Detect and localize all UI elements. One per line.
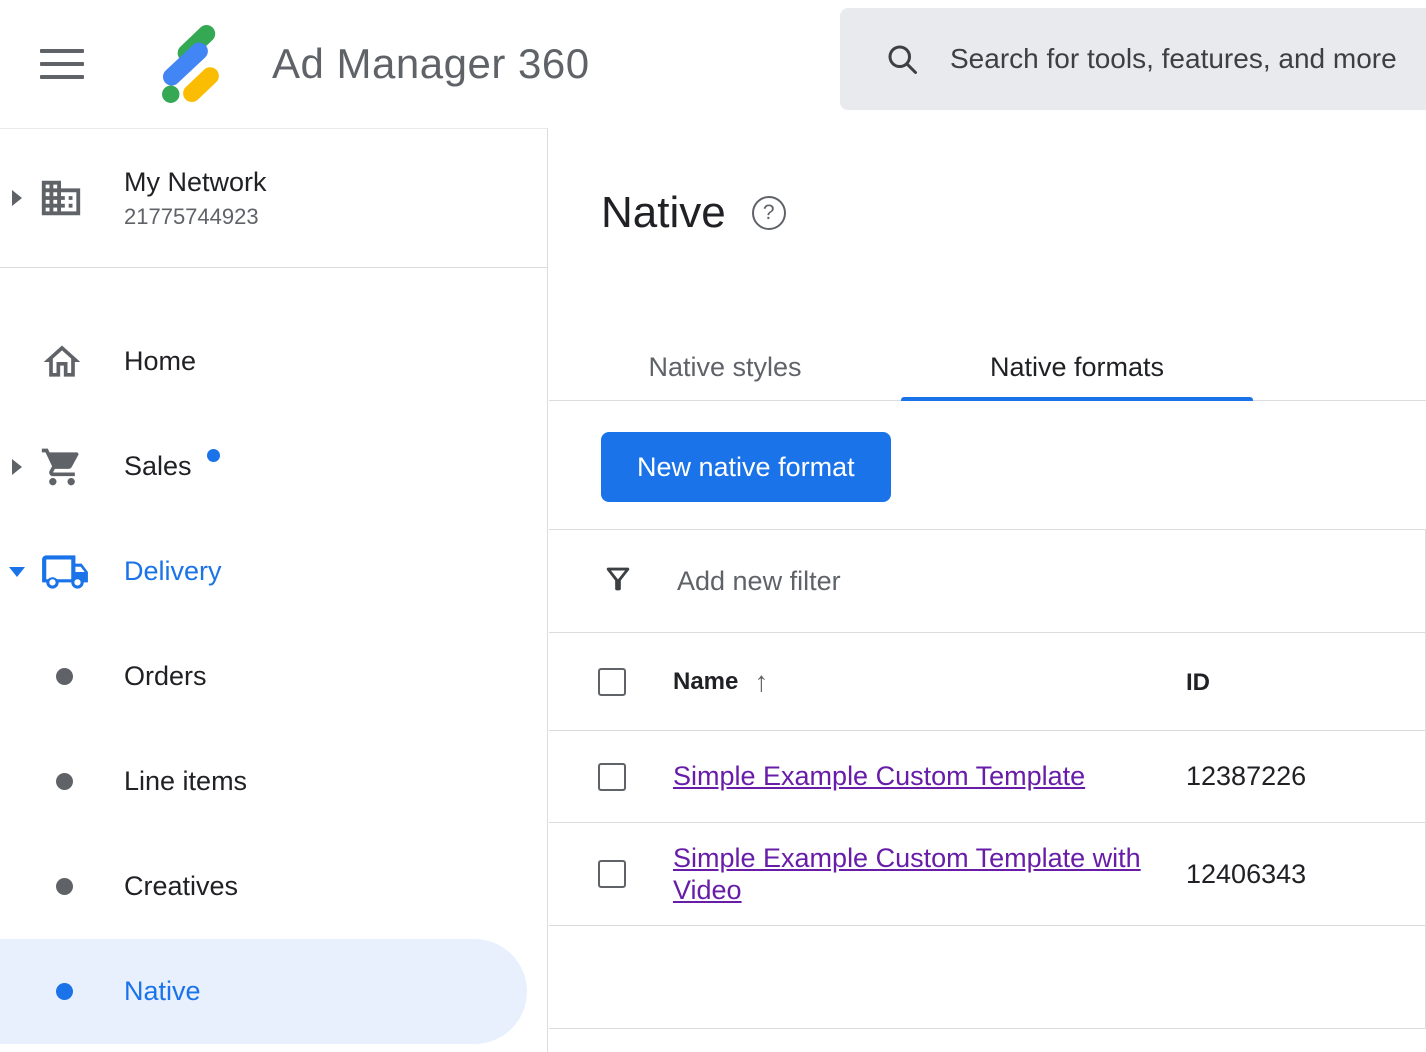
filter-placeholder: Add new filter: [677, 566, 841, 597]
expand-arrow-icon[interactable]: [12, 190, 22, 206]
select-all-checkbox[interactable]: [598, 668, 626, 696]
sidebar-item-label: Sales: [124, 451, 192, 482]
table-header-row: Name ↑ ID: [549, 633, 1425, 731]
sidebar-item-label: Creatives: [124, 871, 238, 902]
native-format-id: 12406343: [1186, 859, 1425, 890]
bullet-icon: [56, 878, 73, 895]
sidebar-item-label: Native: [124, 976, 201, 1007]
sidebar: My Network 21775744923 Home Sales: [0, 128, 548, 1052]
table-row: Simple Example Custom Template 12387226: [549, 731, 1425, 823]
sidebar-item-delivery[interactable]: Delivery: [0, 519, 547, 624]
main-content: Native ? Native styles Native formats Ne…: [549, 129, 1426, 1052]
native-format-link[interactable]: Simple Example Custom Template: [673, 760, 1085, 792]
native-formats-table: Name ↑ ID Simple Example Custom Template…: [549, 632, 1426, 1029]
notification-dot: [207, 449, 220, 462]
truck-icon: [40, 547, 90, 597]
building-icon: [38, 175, 84, 221]
help-icon[interactable]: ?: [752, 196, 786, 230]
app-title: Ad Manager 360: [272, 40, 590, 88]
search-bar[interactable]: Search for tools, features, and more: [840, 8, 1426, 110]
network-info: My Network 21775744923: [124, 167, 267, 230]
toolbar: New native format: [549, 401, 1426, 529]
row-checkbox[interactable]: [598, 763, 626, 791]
network-id: 21775744923: [124, 204, 267, 230]
sort-ascending-icon[interactable]: ↑: [754, 666, 768, 698]
cart-icon: [40, 445, 84, 489]
bullet-icon: [56, 773, 73, 790]
network-selector[interactable]: My Network 21775744923: [0, 129, 547, 268]
sidebar-item-sales[interactable]: Sales: [0, 414, 547, 519]
sidebar-item-orders[interactable]: Orders: [0, 624, 547, 729]
sidebar-item-label: Orders: [124, 661, 207, 692]
table-empty-row: [549, 926, 1425, 1029]
native-format-link[interactable]: Simple Example Custom Template with Vide…: [673, 842, 1148, 907]
top-app-bar: Ad Manager 360 Search for tools, feature…: [0, 0, 1426, 128]
home-icon: [40, 340, 84, 384]
bullet-icon: [56, 668, 73, 685]
sidebar-item-label: Line items: [124, 766, 247, 797]
search-icon: [884, 41, 920, 77]
expand-arrow-icon[interactable]: [12, 459, 22, 475]
collapse-arrow-icon[interactable]: [9, 567, 25, 577]
page-title: Native: [601, 187, 726, 239]
native-format-id: 12387226: [1186, 761, 1425, 792]
page-header: Native ?: [601, 187, 1426, 239]
bullet-icon: [56, 983, 73, 1000]
sidebar-item-home[interactable]: Home: [0, 309, 547, 414]
sidebar-item-line-items[interactable]: Line items: [0, 729, 547, 834]
search-placeholder: Search for tools, features, and more: [950, 43, 1397, 75]
sidebar-item-native[interactable]: Native: [0, 939, 527, 1044]
ad-manager-logo-icon: [146, 20, 234, 108]
sidebar-item-label: Delivery: [124, 556, 222, 587]
sidebar-item-label: Home: [124, 346, 196, 377]
filter-bar[interactable]: Add new filter: [549, 529, 1426, 632]
sidebar-nav: Home Sales Delivery Orders: [0, 309, 547, 1044]
new-native-format-button[interactable]: New native format: [601, 432, 891, 502]
menu-icon[interactable]: [40, 49, 84, 79]
sidebar-item-creatives[interactable]: Creatives: [0, 834, 547, 939]
tab-bar: Native styles Native formats: [549, 335, 1426, 401]
tab-native-formats[interactable]: Native formats: [901, 335, 1253, 400]
table-row: Simple Example Custom Template with Vide…: [549, 823, 1425, 926]
row-checkbox[interactable]: [598, 860, 626, 888]
column-header-name[interactable]: Name: [673, 668, 738, 696]
tab-native-styles[interactable]: Native styles: [549, 335, 901, 400]
filter-icon: [601, 562, 635, 601]
network-name: My Network: [124, 167, 267, 198]
column-header-id[interactable]: ID: [1186, 669, 1210, 696]
